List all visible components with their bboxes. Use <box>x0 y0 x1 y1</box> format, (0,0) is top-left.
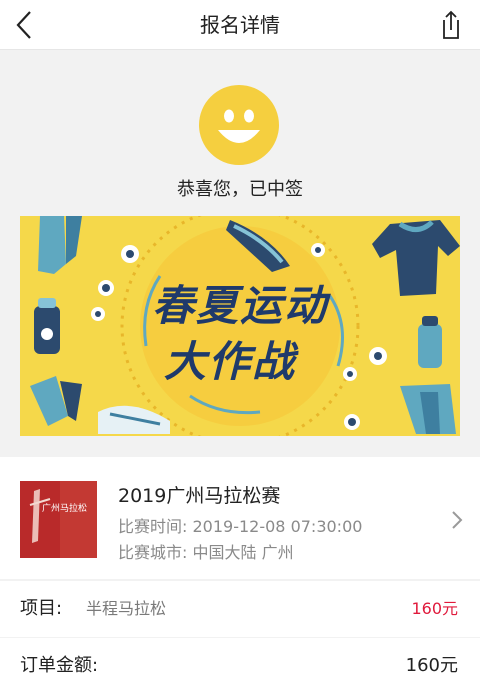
banner-title-line1: 春夏运动 <box>151 281 328 330</box>
order-amount-row: 订单金额: 160元 <box>0 638 480 693</box>
event-time-label: 比赛时间: <box>118 517 188 536</box>
order-amount-value: 160元 <box>405 655 458 676</box>
event-thumbnail: 广州马拉松 <box>20 481 97 558</box>
order-amount-label: 订单金额: <box>20 655 99 676</box>
banner-title-line2: 大作战 <box>163 337 296 386</box>
thumbnail-text: 广州马拉松 <box>42 502 87 514</box>
share-icon[interactable] <box>434 8 466 42</box>
event-city: 比赛城市: 中国大陆 广州 <box>118 539 294 563</box>
event-name: 2019广州马拉松赛 <box>118 485 281 507</box>
page-title: 报名详情 <box>200 13 280 37</box>
event-city-label: 比赛城市: <box>118 543 188 562</box>
event-time-value: 2019-12-08 07:30:00 <box>192 517 363 536</box>
result-section: 恭喜您，已中签 春夏运动 大作战 <box>0 51 480 456</box>
event-card[interactable]: 广州马拉松 2019广州马拉松赛 比赛时间: 2019-12-08 07:30:… <box>0 457 480 579</box>
item-label: 项目: <box>20 598 63 619</box>
promo-banner[interactable]: 春夏运动 大作战 <box>20 216 460 436</box>
item-price: 160元 <box>411 599 458 618</box>
chevron-right-icon[interactable] <box>450 509 464 531</box>
smiley-icon <box>199 85 279 165</box>
item-value: 半程马拉松 <box>86 599 167 618</box>
navigation-bar: 报名详情 <box>0 0 480 50</box>
event-city-value: 中国大陆 广州 <box>192 543 294 562</box>
event-time: 比赛时间: 2019-12-08 07:30:00 <box>118 513 362 537</box>
lottery-result-message: 恭喜您，已中签 <box>177 179 303 200</box>
item-row: 项目: 半程马拉松 160元 <box>0 581 480 637</box>
